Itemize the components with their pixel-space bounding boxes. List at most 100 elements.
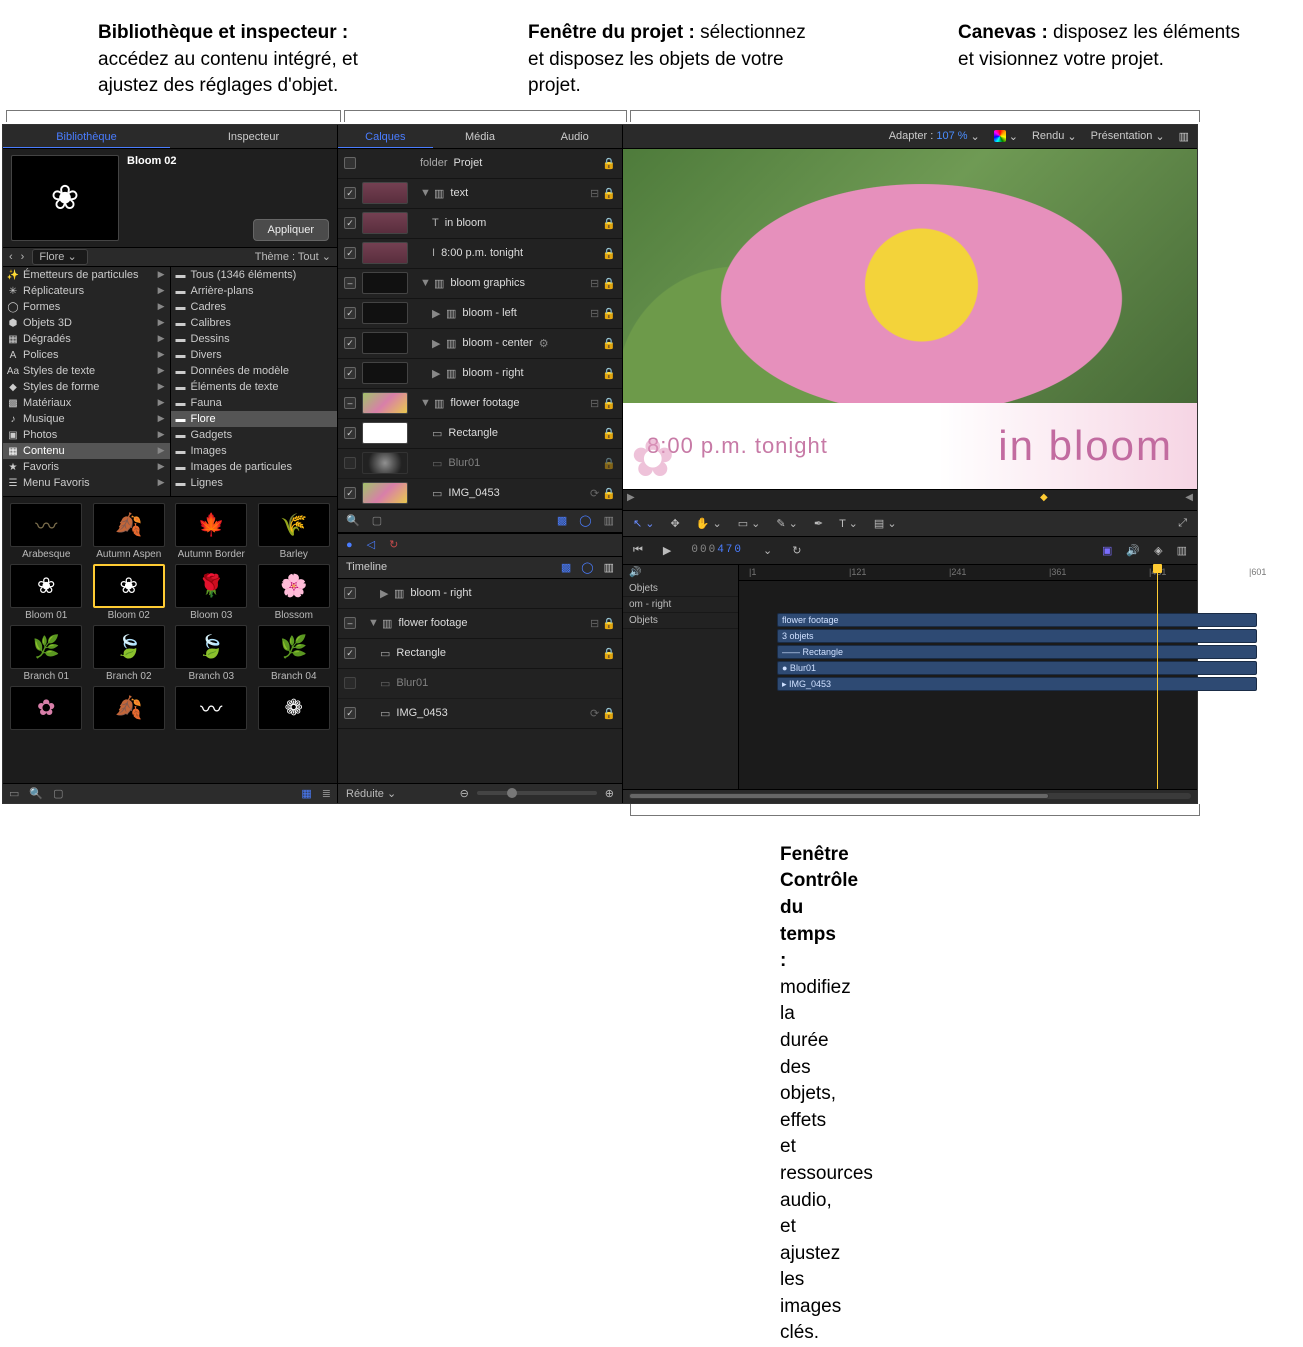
layer-row[interactable]: ✓▭IMG_0453⟳ 🔒 — [338, 699, 622, 729]
loop-icon[interactable]: ⟳ — [590, 488, 599, 500]
lock-icon[interactable]: 🔒 — [602, 618, 616, 630]
mute-icon[interactable]: 🔊 — [629, 567, 641, 578]
disclosure-icon[interactable]: ▼ — [420, 277, 428, 289]
loop-record-icon[interactable]: ↻ — [389, 538, 398, 551]
nav-forward-icon[interactable]: › — [21, 251, 25, 263]
panel-icon[interactable]: ▥ — [604, 514, 614, 527]
category-item[interactable]: ♪Musique▶ — [3, 411, 170, 427]
layer-name[interactable]: Rectangle — [396, 647, 446, 659]
visibility-checkbox[interactable]: ✓ — [344, 247, 356, 259]
lock-icon[interactable]: 🔒 — [602, 308, 616, 320]
content-swatch[interactable]: 🌸Blossom — [255, 564, 334, 621]
layer-name[interactable]: Blur01 — [448, 457, 480, 469]
category-item[interactable]: ▣Photos▶ — [3, 427, 170, 443]
text-tool[interactable]: T ⌄ — [839, 517, 858, 530]
layer-row[interactable]: –▼▥bloom graphics⊟ 🔒 — [338, 269, 622, 299]
tab-inspector[interactable]: Inspecteur — [170, 125, 337, 148]
layer-name[interactable]: 8:00 p.m. tonight — [441, 247, 523, 259]
tab-media[interactable]: Média — [433, 125, 528, 148]
layer-row[interactable]: ✓▶▥bloom - center⚙🔒 — [338, 329, 622, 359]
anchor-tool[interactable]: ✥ — [671, 517, 680, 530]
layer-name[interactable]: Rectangle — [448, 427, 498, 439]
tab-library[interactable]: Bibliothèque — [3, 125, 170, 148]
category-item[interactable]: ✳Réplicateurs▶ — [3, 283, 170, 299]
visibility-checkbox[interactable]: ✓ — [344, 427, 356, 439]
content-swatch[interactable]: 🍃Branch 03 — [172, 625, 251, 682]
lock-icon[interactable]: 🔒 — [602, 368, 616, 380]
visibility-checkbox[interactable]: ✓ — [344, 647, 356, 659]
layer-name[interactable]: in bloom — [445, 217, 487, 229]
disclosure-icon[interactable]: ▶ — [432, 367, 440, 380]
mask-tool[interactable]: ▤ ⌄ — [874, 517, 897, 530]
tab-layers[interactable]: Calques — [338, 125, 433, 148]
category-item[interactable]: ▩Matériaux▶ — [3, 395, 170, 411]
link-icon[interactable]: ⊟ — [590, 398, 599, 410]
timeline-scrollbar[interactable] — [623, 789, 1197, 803]
layer-row[interactable]: ✓▭Rectangle🔒 — [338, 639, 622, 669]
disclosure-icon[interactable]: ▶ — [432, 337, 440, 350]
category-item[interactable]: ✨Émetteurs de particules▶ — [3, 267, 170, 283]
rect-tool[interactable]: ▭ ⌄ — [738, 517, 761, 530]
content-swatch[interactable]: 🌹Bloom 03 — [172, 564, 251, 621]
category-item[interactable]: ◯Formes▶ — [3, 299, 170, 315]
disclosure-icon[interactable]: ▼ — [368, 617, 376, 629]
tl-circle-icon[interactable]: ◯ — [581, 561, 593, 574]
disclosure-icon[interactable]: ▼ — [420, 397, 428, 409]
layer-row[interactable]: ✓I8:00 p.m. tonight🔒 — [338, 239, 622, 269]
lock-icon[interactable]: 🔒 — [602, 648, 616, 660]
visibility-checkbox[interactable] — [344, 157, 356, 169]
presentation-dropdown[interactable]: Présentation ⌄ — [1091, 130, 1165, 143]
in-point-icon[interactable]: ▶ — [627, 492, 635, 503]
layer-name[interactable]: bloom - left — [462, 307, 516, 319]
timeline-clip[interactable]: ● Blur01 — [777, 661, 1257, 675]
pan-tool[interactable]: ✋ ⌄ — [696, 517, 722, 530]
subcategory-item[interactable]: ▬Cadres — [171, 299, 338, 315]
content-swatch[interactable]: 🍃Branch 02 — [90, 625, 169, 682]
category-item[interactable]: ◆Styles de forme▶ — [3, 379, 170, 395]
layer-name[interactable]: bloom - right — [462, 367, 523, 379]
layer-name[interactable]: Blur01 — [396, 677, 428, 689]
loop-button[interactable]: ↻ — [792, 544, 801, 557]
tl-panel-icon[interactable]: ▥ — [604, 561, 614, 574]
tl-mask-icon[interactable]: ▩ — [561, 561, 571, 574]
lock-icon[interactable]: 🔒 — [602, 158, 616, 170]
search-icon[interactable]: 🔍 — [346, 514, 360, 527]
content-swatch[interactable]: 🍁Autumn Border — [172, 503, 251, 560]
layer-row[interactable]: ✓Tin bloom🔒 — [338, 209, 622, 239]
lock-icon[interactable]: 🔒 — [602, 458, 616, 470]
subcategory-item[interactable]: ▬Arrière-plans — [171, 283, 338, 299]
content-swatch[interactable]: 🍂 — [90, 686, 169, 732]
link-icon[interactable]: ⊟ — [590, 618, 599, 630]
visibility-checkbox[interactable]: ✓ — [344, 187, 356, 199]
layer-name[interactable]: bloom - right — [410, 587, 471, 599]
layer-row[interactable]: –▼▥flower footage⊟ 🔒 — [338, 609, 622, 639]
subcategory-item[interactable]: ▬Images de particules — [171, 459, 338, 475]
subcategory-item[interactable]: ▬Images — [171, 443, 338, 459]
layer-row[interactable]: ▭Blur01 — [338, 669, 622, 699]
disclosure-icon[interactable]: ▶ — [432, 307, 440, 320]
layer-row[interactable]: ✓▭IMG_0453⟳ 🔒 — [338, 479, 622, 509]
layer-row[interactable]: ✓▭Rectangle🔒 — [338, 419, 622, 449]
layer-row[interactable]: ✓▼▥text⊟ 🔒 — [338, 179, 622, 209]
lock-icon[interactable]: 🔒 — [602, 248, 616, 260]
content-swatch[interactable]: 🌿Branch 01 — [7, 625, 86, 682]
keyframe-back-icon[interactable]: ◁ — [367, 538, 375, 551]
grid-view-icon[interactable]: ▦ — [301, 787, 311, 800]
layer-row[interactable]: ✓▶▥bloom - left⊟ 🔒 — [338, 299, 622, 329]
subcategory-item[interactable]: ▬Données de modèle — [171, 363, 338, 379]
nav-back-icon[interactable]: ‹ — [9, 251, 13, 263]
subcategory-item[interactable]: ▬Fauna — [171, 395, 338, 411]
select-tool[interactable]: ↖ ⌄ — [633, 517, 655, 530]
content-swatch[interactable]: 🌾Barley — [255, 503, 334, 560]
breadcrumb-dropdown[interactable]: Flore ⌄ — [32, 249, 87, 265]
record-icon[interactable]: ● — [346, 539, 353, 551]
timeline-clip[interactable]: ▸ IMG_0453 — [777, 677, 1257, 691]
content-swatch[interactable]: 🍂Autumn Aspen — [90, 503, 169, 560]
subcategory-item[interactable]: ▬Calibres — [171, 315, 338, 331]
subcategory-item[interactable]: ▬Éléments de texte — [171, 379, 338, 395]
render-dropdown[interactable]: Rendu ⌄ — [1032, 130, 1077, 143]
visibility-checkbox[interactable] — [344, 457, 356, 469]
new-folder-icon[interactable]: ▭ — [9, 787, 19, 800]
subcategory-item[interactable]: ▬Gadgets — [171, 427, 338, 443]
track-header[interactable]: Objets — [623, 613, 738, 629]
